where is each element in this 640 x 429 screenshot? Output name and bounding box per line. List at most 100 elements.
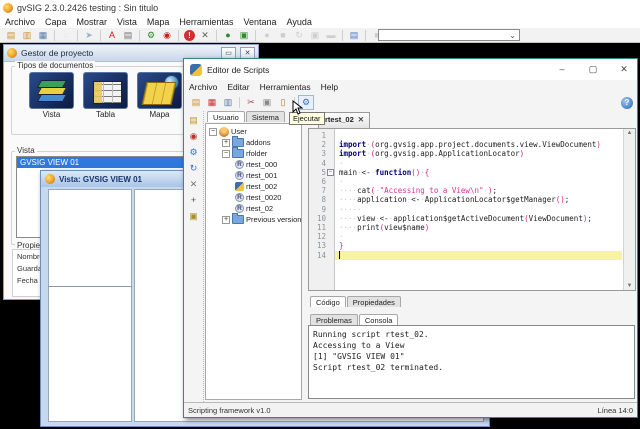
r-icon: R	[235, 171, 244, 180]
doc-type-mapa-button[interactable]: Mapa	[137, 72, 182, 119]
copy-icon[interactable]: ▣	[260, 96, 274, 109]
rail-tools-icon[interactable]: ✕	[187, 178, 200, 190]
tree-item-addons[interactable]: + addons	[206, 137, 301, 148]
fold-toggle-icon[interactable]: −	[327, 169, 334, 176]
rail-record-icon[interactable]: ◉	[187, 130, 200, 142]
menu-ventana[interactable]: Ventana	[238, 17, 281, 27]
tree-item-rfolder[interactable]: −rfolder	[206, 148, 301, 159]
mouse-cursor	[292, 100, 303, 115]
tab-close-icon[interactable]: ✕	[358, 115, 364, 128]
print-icon[interactable]: ▤	[121, 29, 135, 42]
code-line-14[interactable]	[335, 251, 622, 260]
rail-add-icon[interactable]: +	[187, 194, 200, 206]
tree-item-label: addons	[246, 138, 271, 147]
script-editor-title-bar[interactable]: Editor de Scripts – ▢ ✕	[184, 59, 637, 80]
rail-new-script-icon[interactable]: ▤	[187, 114, 200, 126]
code-editor[interactable]: 12345−67891011121314 import·(org.gvsig.a…	[308, 128, 636, 291]
code-vertical-scrollbar[interactable]: ▲ ▼	[623, 129, 635, 290]
doc-type-vista-button[interactable]: Vista	[29, 72, 74, 119]
error-console-icon[interactable]: !	[184, 30, 195, 41]
side-tab-sistema[interactable]: Sistema	[246, 111, 285, 122]
stop-record-icon[interactable]: ◉	[160, 29, 174, 42]
toc-locator-divider[interactable]	[48, 286, 132, 287]
select-arrow-icon[interactable]: ➤	[82, 29, 96, 42]
export-document-icon[interactable]: ▤	[347, 29, 361, 42]
new-document-icon[interactable]: ▤	[4, 29, 18, 42]
annotation-icon[interactable]: A	[105, 29, 119, 42]
script-manager-icon[interactable]: ▥	[221, 96, 235, 109]
code-token: import	[339, 149, 366, 158]
code-token: ;	[493, 186, 498, 195]
code-line-7[interactable]: ····cat(·"Accessing to a View\n"·);	[335, 186, 622, 195]
tree-item-previous-version[interactable]: +Previous version	[206, 214, 301, 225]
maximize-icon[interactable]: ▢	[580, 59, 606, 80]
tools-icon[interactable]: ✕	[198, 29, 212, 42]
code-line-13[interactable]: }	[335, 241, 622, 250]
code-line-10[interactable]: ····view·<-·application$getActiveDocumen…	[335, 214, 622, 223]
expander-icon[interactable]: +	[222, 139, 230, 147]
layer-search-combobox[interactable]: ⌄	[378, 29, 520, 41]
toc-panel[interactable]	[48, 189, 132, 422]
scroll-up-icon[interactable]: ▲	[627, 130, 633, 136]
code-line-5[interactable]: main·<-·function()·{	[335, 168, 622, 177]
mdi-desktop: Gestor de proyecto ▭ ✕ Tipos de document…	[0, 43, 640, 429]
console-tab-problemas[interactable]: Problemas	[310, 314, 358, 325]
expander-icon[interactable]: −	[209, 128, 217, 136]
tree-item-rtest-02[interactable]: Rrtest_02	[206, 203, 301, 214]
save-project-icon[interactable]: ▦	[36, 29, 50, 42]
tree-item-rtest-0020[interactable]: Rrtest_0020	[206, 192, 301, 203]
code-line-4[interactable]: ·	[335, 159, 622, 168]
rail-package-icon[interactable]: ▣	[187, 210, 200, 222]
code-token: "Accessing to a View\n"	[380, 186, 484, 195]
play-icon: ●	[260, 29, 274, 42]
code-token: ····	[339, 186, 357, 195]
code-line-9[interactable]: ·····	[335, 205, 622, 214]
code-line-8[interactable]: ····application·<-·ApplicationLocator$ge…	[335, 195, 622, 204]
menu-herramientas[interactable]: Herramientas	[174, 17, 238, 27]
cut-icon[interactable]: ✂	[244, 96, 258, 109]
scroll-down-icon[interactable]: ▼	[627, 283, 633, 289]
rail-settings-icon[interactable]: ⚙	[187, 146, 200, 158]
preferences-gear-icon[interactable]: ⚙	[144, 29, 158, 42]
console-tab-consola[interactable]: Consola	[359, 314, 399, 325]
menu-archivo[interactable]: Archivo	[0, 17, 40, 27]
menu-ayuda[interactable]: Ayuda	[282, 17, 317, 27]
tree-item-rtest-000[interactable]: Rrtest_000	[206, 159, 301, 170]
expander-icon[interactable]: +	[222, 216, 230, 224]
rail-refresh-icon[interactable]: ↻	[187, 162, 200, 174]
menu-archivo[interactable]: Archivo	[184, 82, 222, 92]
code-line-1[interactable]	[335, 131, 622, 140]
menu-vista[interactable]: Vista	[112, 17, 142, 27]
tree-item-user[interactable]: −User	[206, 126, 301, 137]
code-line-2[interactable]: import·(org.gvsig.app.project.documents.…	[335, 140, 622, 149]
save-script-icon[interactable]: ▦	[205, 96, 219, 109]
tree-item-label: rtest_001	[246, 171, 277, 180]
code-line-11[interactable]: ····print(view$name)	[335, 223, 622, 232]
doc-type-tabla-button[interactable]: Tabla	[83, 72, 128, 119]
add-globe-icon[interactable]: ●	[221, 29, 235, 42]
code-line-3[interactable]: import·(org.gvsig.app.ApplicationLocator…	[335, 149, 622, 158]
menu-capa[interactable]: Capa	[40, 17, 72, 27]
side-tab-usuario[interactable]: Usuario	[207, 111, 245, 122]
expander-icon[interactable]: −	[222, 150, 230, 158]
code-line-12[interactable]: ·	[335, 232, 622, 241]
code-tab-propiedades[interactable]: Propiedades	[347, 296, 401, 307]
code-tab-c-digo[interactable]: Código	[310, 296, 346, 307]
open-project-icon[interactable]: ▥	[20, 29, 34, 42]
tree-item-rtest-001[interactable]: Rrtest_001	[206, 170, 301, 181]
menu-mostrar[interactable]: Mostrar	[72, 17, 113, 27]
menu-mapa[interactable]: Mapa	[142, 17, 175, 27]
help-icon[interactable]: ?	[621, 97, 633, 109]
code-line-6[interactable]: ·	[335, 177, 622, 186]
editor-tab-rtest_02[interactable]: rtest_02 ✕	[318, 112, 370, 128]
menu-help[interactable]: Help	[316, 82, 343, 92]
new-script-icon[interactable]: ▤	[189, 96, 203, 109]
menu-editar[interactable]: Editar	[222, 82, 254, 92]
paste-icon[interactable]: ▯	[276, 96, 290, 109]
document-types-label: Tipos de documentos	[15, 61, 95, 70]
close-icon[interactable]: ✕	[611, 59, 637, 80]
globe-layer-icon[interactable]: ▣	[237, 29, 251, 42]
minimize-icon[interactable]: –	[549, 59, 575, 80]
tree-item-rtest-002[interactable]: rtest_002	[206, 181, 301, 192]
menu-herramientas[interactable]: Herramientas	[255, 82, 316, 92]
